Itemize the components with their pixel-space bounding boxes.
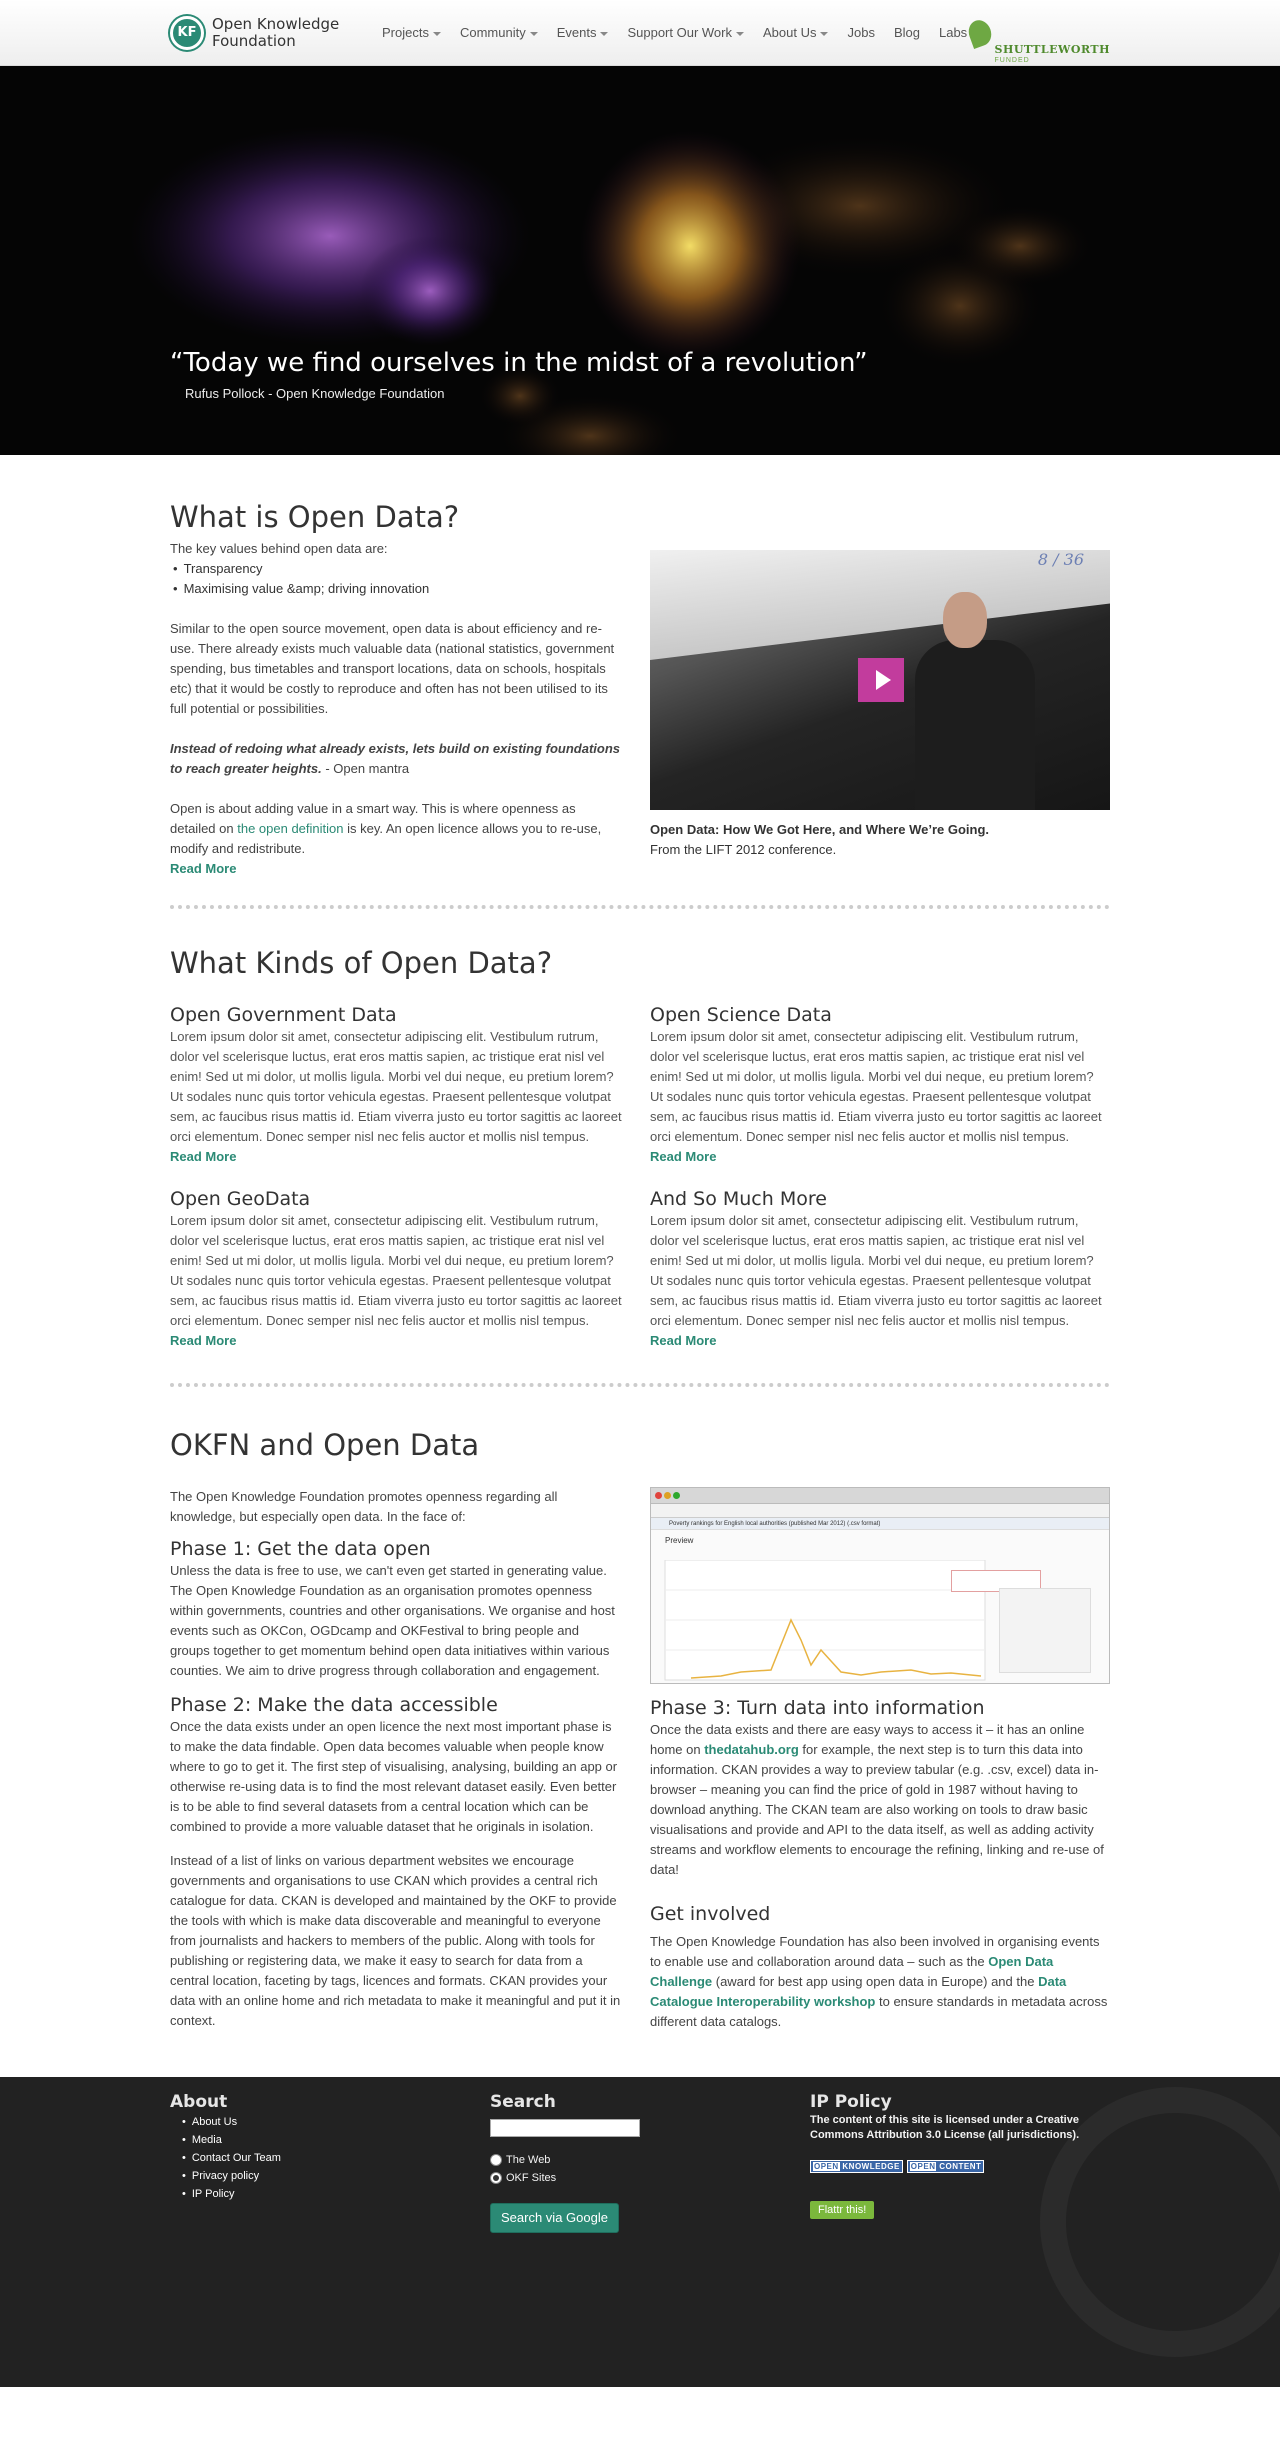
- read-more-link[interactable]: Read More: [170, 1149, 236, 1164]
- footer-link-item: Contact Our Team: [182, 2149, 490, 2167]
- okf-logo-icon: KF: [170, 16, 204, 50]
- main-nav: Projects Community Events Support Our Wo…: [382, 23, 967, 43]
- values-intro: The key values behind open data are:: [170, 541, 388, 556]
- video-title: Open Data: How We Got Here, and Where We…: [650, 822, 990, 837]
- open-content-badge[interactable]: OPEN CONTENT: [906, 2160, 985, 2173]
- kind-text: Lorem ipsum dolor sit amet, consectetur …: [650, 1029, 1102, 1144]
- chevron-down-icon: [600, 31, 609, 36]
- nav-community[interactable]: Community: [460, 23, 538, 43]
- kinds-section: What Kinds of Open Data? Open Government…: [170, 909, 1110, 1387]
- shuttleworth-badge[interactable]: SHUTTLEWORTH FUNDED: [964, 0, 1111, 66]
- footer-search: Search The Web OKF Sites Search via Goog…: [490, 2091, 810, 2233]
- kind-title: And So Much More: [650, 1188, 827, 1210]
- open-definition-paragraph: Open is about adding value in a smart wa…: [170, 801, 602, 856]
- footer-ip-title: IP Policy: [810, 2092, 892, 2112]
- what-is-title: What is Open Data?: [170, 500, 460, 534]
- footer-about-title: About: [170, 2092, 228, 2112]
- phase2-title: Phase 2: Make the data accessible: [170, 1694, 498, 1716]
- nav-projects[interactable]: Projects: [382, 23, 441, 43]
- phase3-title: Phase 3: Turn data into information: [650, 1697, 985, 1719]
- footer-ip-policy-link[interactable]: IP Policy: [192, 2188, 235, 2200]
- leaf-icon: [964, 17, 995, 49]
- footer-link-item: Privacy policy: [182, 2167, 490, 2185]
- ckan-screenshot-image: Poverty rankings for English local autho…: [650, 1487, 1110, 1684]
- logo-line-2: Foundation: [212, 32, 296, 50]
- nav-labs[interactable]: Labs: [939, 23, 967, 43]
- site-header: KF Open Knowledge Foundation Projects Co…: [0, 0, 1280, 66]
- get-involved-title: Get involved: [650, 1903, 771, 1925]
- phase1-title: Phase 1: Get the data open: [170, 1538, 431, 1560]
- footer-privacy-link[interactable]: Privacy policy: [192, 2170, 259, 2182]
- nav-events[interactable]: Events: [557, 23, 609, 43]
- nav-jobs[interactable]: Jobs: [847, 23, 874, 43]
- nav-about[interactable]: About Us: [763, 23, 829, 43]
- open-knowledge-badge[interactable]: OPEN KNOWLEDGE: [810, 2160, 903, 2173]
- footer-search-title: Search: [490, 2092, 556, 2112]
- footer-link-item: About Us: [182, 2113, 490, 2131]
- chevron-down-icon: [432, 31, 441, 36]
- screenshot-heading: Poverty rankings for English local autho…: [651, 1518, 1109, 1530]
- footer-ip-policy: IP Policy The content of this site is li…: [810, 2091, 1110, 2233]
- footer-about: About About Us Media Contact Our Team Pr…: [170, 2091, 490, 2233]
- kind-card: Open GeoData Lorem ipsum dolor sit amet,…: [170, 1187, 630, 1351]
- license-text: The content of this site is licensed und…: [810, 2114, 1080, 2141]
- kind-text: Lorem ipsum dolor sit amet, consectetur …: [170, 1029, 622, 1144]
- footer-about-us-link[interactable]: About Us: [192, 2116, 237, 2128]
- chevron-down-icon: [820, 31, 829, 36]
- radio-okf-sites[interactable]: OKF Sites: [490, 2169, 810, 2187]
- thedatahub-link[interactable]: thedatahub.org: [704, 1742, 799, 1757]
- kind-title: Open GeoData: [170, 1188, 311, 1210]
- hero-banner: “Today we find ourselves in the midst of…: [0, 66, 1280, 455]
- search-google-button[interactable]: Search via Google: [490, 2202, 619, 2233]
- footer-media-link[interactable]: Media: [192, 2134, 222, 2146]
- site-footer: About About Us Media Contact Our Team Pr…: [0, 2077, 1280, 2387]
- kind-text: Lorem ipsum dolor sit amet, consectetur …: [650, 1213, 1102, 1328]
- mantra-paragraph: Instead of redoing what already exists, …: [170, 741, 621, 776]
- footer-link-item: IP Policy: [182, 2185, 490, 2203]
- logo-line-1: Open Knowledge: [212, 15, 340, 33]
- chevron-down-icon: [736, 31, 744, 36]
- hero-quote: “Today we find ourselves in the midst of…: [170, 348, 868, 378]
- video-subtitle: From the LIFT 2012 conference.: [650, 842, 837, 857]
- phase2-text: Once the data exists under an open licen…: [170, 1719, 618, 1834]
- kind-title: Open Government Data: [170, 1004, 397, 1026]
- read-more-link[interactable]: Read More: [650, 1333, 716, 1348]
- read-more-link[interactable]: Read More: [170, 861, 236, 876]
- open-definition-link[interactable]: the open definition: [237, 821, 343, 836]
- search-input[interactable]: [490, 2119, 640, 2137]
- kind-title: Open Science Data: [650, 1004, 832, 1026]
- get-involved-text: The Open Knowledge Foundation has also b…: [650, 1934, 1108, 2029]
- okfn-section: OKFN and Open Data The Open Knowledge Fo…: [170, 1387, 1110, 2032]
- kind-card: And So Much More Lorem ipsum dolor sit a…: [650, 1187, 1110, 1351]
- okfn-intro: The Open Knowledge Foundation promotes o…: [170, 1489, 558, 1524]
- nav-blog[interactable]: Blog: [894, 23, 920, 43]
- phase2-text-2: Instead of a list of links on various de…: [170, 1853, 621, 2028]
- footer-contact-link[interactable]: Contact Our Team: [192, 2152, 281, 2164]
- phase3-text: Once the data exists and there are easy …: [650, 1722, 1104, 1877]
- kinds-title: What Kinds of Open Data?: [170, 946, 553, 980]
- phase1-text: Unless the data is free to use, we can't…: [170, 1563, 615, 1678]
- open-data-paragraph: Similar to the open source movement, ope…: [170, 621, 615, 716]
- site-logo[interactable]: KF Open Knowledge Foundation: [170, 16, 382, 50]
- screenshot-preview-label: Preview: [665, 1536, 694, 1545]
- nav-support[interactable]: Support Our Work: [627, 23, 744, 43]
- radio-the-web[interactable]: The Web: [490, 2151, 810, 2169]
- kind-card: Open Science Data Lorem ipsum dolor sit …: [650, 1003, 1110, 1167]
- kind-text: Lorem ipsum dolor sit amet, consectetur …: [170, 1213, 622, 1328]
- list-item: Maximising value &amp; driving innovatio…: [173, 579, 622, 599]
- read-more-link[interactable]: Read More: [650, 1149, 716, 1164]
- what-is-section: What is Open Data? The key values behind…: [170, 455, 1110, 909]
- play-icon[interactable]: [858, 658, 904, 702]
- hero-attribution: Rufus Pollock - Open Knowledge Foundatio…: [185, 386, 445, 401]
- okfn-title: OKFN and Open Data: [170, 1428, 480, 1462]
- flattr-button[interactable]: Flattr this!: [810, 2201, 875, 2219]
- slide-number: 8 / 36: [1037, 550, 1084, 569]
- video-player[interactable]: 8 / 36: [650, 550, 1110, 810]
- values-list: Transparency Maximising value &amp; driv…: [173, 559, 622, 599]
- chevron-down-icon: [529, 31, 538, 36]
- kind-card: Open Government Data Lorem ipsum dolor s…: [170, 1003, 630, 1167]
- read-more-link[interactable]: Read More: [170, 1333, 236, 1348]
- list-item: Transparency: [173, 559, 622, 579]
- footer-link-item: Media: [182, 2131, 490, 2149]
